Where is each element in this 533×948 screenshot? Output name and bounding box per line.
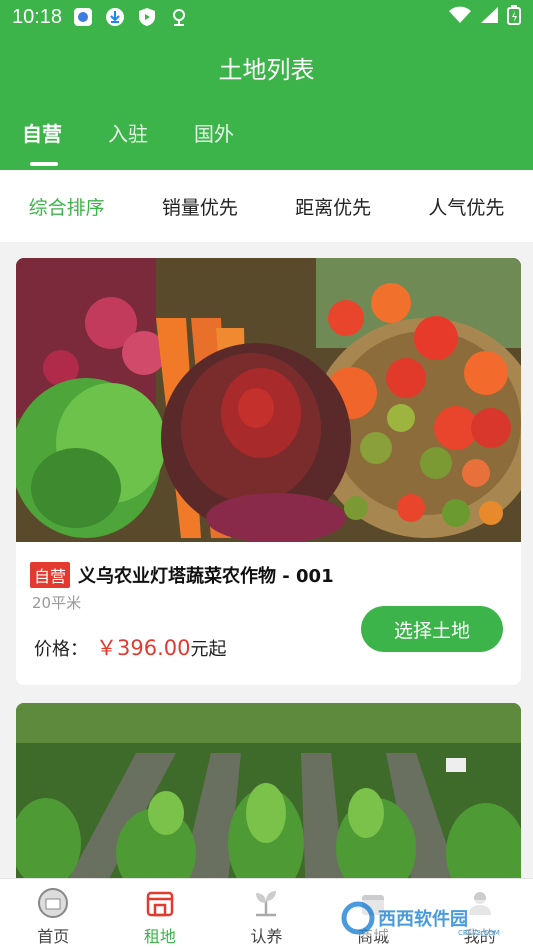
price-label: 价格： [34, 639, 88, 660]
tab-self-run[interactable]: 自营 [0, 118, 86, 166]
watermark-logo: 西西软件园 CR173.COM [338, 900, 513, 937]
status-time: 10:18 [12, 5, 63, 28]
battery-icon [507, 4, 521, 30]
shop-icon [146, 891, 174, 917]
sort-sales[interactable]: 销量优先 [133, 193, 266, 220]
signal-icon [479, 6, 499, 29]
nav-home-label: 首页 [37, 927, 70, 946]
watermark-sub: CR173.COM [458, 929, 500, 937]
price-row: 价格： ￥396.00 元起 [34, 632, 226, 662]
nav-adopt-label: 认养 [250, 927, 283, 946]
tab-overseas[interactable]: 国外 [172, 118, 258, 158]
sort-popularity[interactable]: 人气优先 [400, 193, 533, 220]
sort-comprehensive[interactable]: 综合排序 [0, 193, 133, 220]
tab-joined[interactable]: 入驻 [86, 118, 172, 158]
watermark-text: 西西软件园 [378, 908, 468, 930]
land-info: 自营 义乌农业灯塔蔬菜农作物 - 001 20平米 价格： ￥396.00 元起… [16, 542, 521, 685]
nav-adopt[interactable]: 认养 [213, 879, 320, 948]
land-card[interactable] [16, 703, 521, 903]
app-notification-icon [72, 6, 94, 28]
vegetables-photo[interactable] [16, 258, 521, 542]
sort-bar: 综合排序 销量优先 距离优先 人气优先 [0, 170, 533, 242]
app-header: 10:18 土地列表 自营 入驻 国外 [0, 0, 533, 170]
price-suffix: 元起 [190, 639, 227, 660]
nav-home[interactable]: 首页 [0, 879, 107, 948]
sort-distance[interactable]: 距离优先 [267, 193, 400, 220]
plant-icon [256, 891, 277, 917]
wifi-icon [449, 6, 471, 29]
location-icon [168, 6, 190, 28]
choose-land-button[interactable]: 选择土地 [361, 606, 503, 652]
shield-icon [136, 6, 158, 28]
price-value: ￥396.00 [96, 636, 191, 660]
home-icon [38, 888, 69, 918]
download-icon [104, 6, 126, 28]
self-run-badge: 自营 [30, 562, 71, 588]
nav-rent-label: 租地 [143, 927, 176, 946]
category-tabs: 自营 入驻 国外 [0, 118, 258, 166]
garden-photo[interactable] [16, 703, 521, 903]
land-card[interactable]: 自营 义乌农业灯塔蔬菜农作物 - 001 20平米 价格： ￥396.00 元起… [16, 258, 521, 685]
land-name: 义乌农业灯塔蔬菜农作物 - 001 [78, 566, 334, 587]
page-title: 土地列表 [218, 56, 315, 84]
nav-rent[interactable]: 租地 [107, 879, 214, 948]
status-bar: 10:18 [0, 0, 533, 34]
